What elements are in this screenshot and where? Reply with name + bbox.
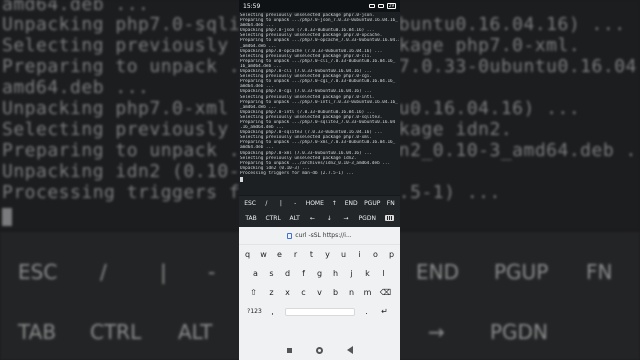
background-line: amd64.deb ... [2, 77, 150, 98]
status-bar: 15:59 29 [239, 0, 400, 12]
clipboard-suggestion[interactable]: curl -sSL https://i... [239, 227, 400, 245]
extra-key[interactable]: FN [387, 200, 395, 207]
background-key: | [160, 260, 167, 284]
terminal-line: Processing triggers for man-db (2.7.5-1)… [240, 170, 354, 176]
letter-key[interactable]: h [329, 266, 343, 281]
recents-icon[interactable] [286, 347, 292, 353]
space-key[interactable] [284, 307, 355, 316]
background-line: amd64.deb ... [2, 0, 150, 15]
background-key: ESC [18, 260, 58, 284]
terminal-line: Preparing to unpack .../php7.0-opcache_7… [240, 38, 399, 44]
extra-key[interactable]: ← [309, 215, 317, 222]
letter-key[interactable]: m [361, 285, 375, 300]
background-key: PGDN [490, 320, 548, 344]
letter-key[interactable]: i [353, 247, 367, 262]
back-icon[interactable] [346, 346, 353, 354]
keyboard-row-2: asdfghjkl [239, 264, 400, 283]
home-icon[interactable] [315, 346, 323, 354]
background-key: → [428, 320, 445, 344]
keyboard-row-4: ?123 , . ↵ [239, 302, 400, 321]
backspace-key[interactable]: ⌫ [377, 285, 395, 300]
letter-key[interactable]: g [313, 266, 327, 281]
suggestion-text: curl -sSL https://i... [295, 232, 352, 239]
background-key: PGUP [494, 260, 549, 284]
symbols-key[interactable]: ?123 [246, 304, 264, 319]
letter-key[interactable]: t [305, 247, 319, 262]
letter-key[interactable]: c [297, 285, 311, 300]
enter-key[interactable]: ↵ [376, 304, 394, 319]
letter-key[interactable]: q [241, 247, 255, 262]
background-key: ALT [178, 320, 213, 344]
extra-key[interactable]: ↑ [330, 200, 338, 207]
keyboard-toggle-icon[interactable] [384, 214, 394, 223]
extra-key[interactable]: TAB [245, 215, 256, 222]
extra-key[interactable]: ESC [244, 200, 256, 207]
shift-key[interactable]: ⇧ [245, 285, 263, 300]
extra-key[interactable]: ↓ [325, 215, 333, 222]
letter-key[interactable]: e [273, 247, 287, 262]
background-key: / [100, 260, 107, 284]
keyboard-row-1: qwertyuiop [239, 245, 400, 264]
extra-key[interactable]: | [277, 200, 285, 207]
extra-key[interactable]: / [262, 200, 270, 207]
letter-key[interactable]: o [369, 247, 383, 262]
battery-icon: 29 [386, 3, 396, 9]
terminal-line: Preparing to unpack .../php7.0-intl_7.0.… [240, 99, 398, 105]
letter-key[interactable]: b [329, 285, 343, 300]
letter-key[interactable]: a [249, 266, 263, 281]
extra-key[interactable]: → [342, 215, 350, 222]
terminal-cursor [240, 177, 243, 182]
keyboard-icon [384, 214, 394, 221]
navigation-bar [239, 340, 400, 360]
extra-key[interactable]: - [291, 200, 299, 207]
letter-key[interactable]: w [257, 247, 271, 262]
extra-key[interactable]: PGDN [359, 215, 376, 222]
soft-keyboard: curl -sSL https://i... qwertyuiop asdfgh… [239, 227, 400, 360]
extra-key[interactable]: ALT [290, 215, 300, 222]
letter-key[interactable]: p [385, 247, 399, 262]
extra-key[interactable]: PGUP [364, 200, 380, 207]
extra-keys-row-1: ESC / | - HOME ↑ END PGUP FN [239, 196, 400, 211]
letter-key[interactable]: j [345, 266, 359, 281]
extra-key[interactable]: HOME [306, 200, 324, 207]
background-key: - [208, 260, 216, 284]
letter-key[interactable]: x [281, 285, 295, 300]
comma-key[interactable]: , [266, 304, 280, 319]
letter-key[interactable]: n [345, 285, 359, 300]
letter-key[interactable]: k [361, 266, 375, 281]
letter-key[interactable]: d [281, 266, 295, 281]
letter-key[interactable]: u [337, 247, 351, 262]
letter-key[interactable]: f [297, 266, 311, 281]
phone-screen: 15:59 29 Selecting previously unselected… [239, 0, 400, 360]
background-cursor [2, 208, 12, 226]
letter-key[interactable]: l [377, 266, 391, 281]
period-key[interactable]: . [360, 304, 374, 319]
extra-key[interactable]: END [345, 200, 358, 207]
keyboard-row-3: ⇧ zxcvbnm ⌫ [239, 283, 400, 302]
extra-keys-row-2: TAB CTRL ALT ← ↓ → PGDN [239, 211, 400, 226]
background-key: CTRL [90, 320, 142, 344]
clipboard-icon [287, 232, 293, 239]
letter-key[interactable]: y [321, 247, 335, 262]
letter-key[interactable]: r [289, 247, 303, 262]
letter-key[interactable]: s [265, 266, 279, 281]
letter-key[interactable]: v [313, 285, 327, 300]
terminal-output[interactable]: Selecting previously unselected package … [239, 12, 400, 195]
extra-key[interactable]: CTRL [265, 215, 280, 222]
status-time: 15:59 [243, 2, 261, 10]
signal-icon [377, 4, 384, 8]
extra-keys-bar: ESC / | - HOME ↑ END PGUP FN TAB CTRL ALT ← ↓ → PGDN [239, 196, 400, 227]
wifi-icon [368, 4, 375, 8]
letter-key[interactable]: z [265, 285, 279, 300]
terminal-line: Unpacking php7.0-opcache (7.0.33-0ubuntu… [240, 48, 383, 54]
background-key: FN [586, 260, 613, 284]
background-key: TAB [18, 320, 57, 344]
background-key: END [416, 260, 459, 284]
